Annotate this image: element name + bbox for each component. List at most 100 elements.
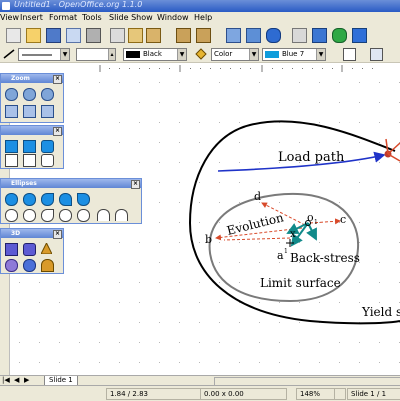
- ellipses-palette[interactable]: Ellipses ×: [0, 178, 142, 224]
- next-slide-icon[interactable]: ▶: [24, 376, 29, 384]
- torus-icon[interactable]: [5, 259, 18, 272]
- line-ends-icon[interactable]: [3, 49, 15, 59]
- circle-segment-outline-icon[interactable]: [77, 209, 90, 222]
- object-toolbar: ▼ ▴ Black ▼ Color ▼ Blue 7 ▼: [0, 46, 400, 63]
- rounded-rect-filled-icon[interactable]: [41, 140, 54, 153]
- shadow-icon[interactable]: [343, 48, 356, 61]
- cut-icon[interactable]: [110, 28, 125, 43]
- menu-insert[interactable]: Insert: [20, 13, 43, 22]
- save-icon[interactable]: [46, 28, 61, 43]
- zoom-palette-title: Zoom: [11, 75, 30, 82]
- zoom-100-icon[interactable]: [41, 88, 54, 101]
- arrange-icon[interactable]: [370, 48, 383, 61]
- open-folder-icon[interactable]: [26, 28, 41, 43]
- area-color-select[interactable]: Blue 7 ▼: [262, 48, 326, 61]
- size-value: 0.00 x 0.00: [204, 390, 244, 398]
- spin-icon: ▴: [108, 49, 115, 60]
- 3d-palette-header[interactable]: 3D ×: [1, 229, 63, 239]
- label-b: b: [205, 233, 212, 246]
- undo-icon[interactable]: [176, 28, 191, 43]
- 3d-objects-palette[interactable]: 3D ×: [0, 228, 64, 274]
- close-icon[interactable]: ×: [53, 230, 62, 239]
- ellipse-pie-outline-icon[interactable]: [41, 209, 54, 222]
- zoom-in-icon[interactable]: [5, 88, 18, 101]
- area-color-swatch: [265, 51, 279, 58]
- diagram-svg: Load path Evolution Back-stress Limit su…: [10, 73, 400, 375]
- zoom-width-icon[interactable]: [23, 105, 36, 118]
- circle-pie-filled-icon[interactable]: [59, 193, 72, 206]
- label-yield-surface: Yield s: [361, 305, 400, 319]
- stylist-icon[interactable]: [292, 28, 307, 43]
- copy-icon[interactable]: [128, 28, 143, 43]
- help-icon[interactable]: [352, 28, 367, 43]
- chevron-down-icon: ▼: [60, 49, 69, 60]
- label-back-stress: Back-stress: [290, 251, 360, 265]
- circle-outline-icon[interactable]: [23, 209, 36, 222]
- rectangles-palette-header[interactable]: ×: [1, 126, 63, 136]
- rectangles-palette[interactable]: ×: [0, 125, 64, 169]
- square-outline-icon[interactable]: [23, 154, 36, 167]
- slide-canvas[interactable]: Load path Evolution Back-stress Limit su…: [0, 73, 400, 375]
- close-icon[interactable]: ×: [53, 127, 62, 136]
- area-bucket-icon[interactable]: [194, 48, 207, 60]
- close-icon[interactable]: ×: [131, 180, 140, 189]
- zoom-page-icon[interactable]: [5, 105, 18, 118]
- line-style-select[interactable]: ▼: [18, 48, 70, 61]
- circle-filled-icon[interactable]: [23, 193, 36, 206]
- prev-slide-icon[interactable]: ◀: [14, 376, 19, 384]
- label-limit-surface: Limit surface: [260, 276, 341, 290]
- ellipses-palette-header[interactable]: Ellipses ×: [1, 179, 141, 189]
- rectangle-filled-icon[interactable]: [5, 140, 18, 153]
- title-bar: Untitled1 - OpenOffice.org 1.1.0: [0, 0, 400, 12]
- half-sphere-icon[interactable]: [41, 259, 54, 272]
- ellipse-pie-filled-icon[interactable]: [41, 193, 54, 206]
- area-style-select[interactable]: Color ▼: [211, 48, 259, 61]
- line-color-select[interactable]: Black ▼: [123, 48, 187, 61]
- zoom-optimal-icon[interactable]: [41, 105, 54, 118]
- sphere-icon[interactable]: [23, 259, 36, 272]
- ellipse-filled-icon[interactable]: [5, 193, 18, 206]
- square-filled-icon[interactable]: [23, 140, 36, 153]
- zoom-value: 148%: [300, 390, 321, 398]
- zoom-palette-header[interactable]: Zoom ×: [1, 74, 63, 84]
- gallery-icon[interactable]: [246, 28, 261, 43]
- forward-icon[interactable]: [332, 28, 347, 43]
- first-slide-icon[interactable]: |◀: [2, 376, 10, 384]
- menu-format[interactable]: Format: [49, 13, 77, 22]
- cube-icon[interactable]: [5, 243, 18, 256]
- size-readout: 0.00 x 0.00: [200, 388, 287, 400]
- line-color-value: Black: [143, 50, 162, 58]
- menu-view[interactable]: View: [0, 13, 19, 22]
- zoom-palette[interactable]: Zoom ×: [0, 73, 64, 123]
- paste-icon[interactable]: [146, 28, 161, 43]
- cylinder-icon[interactable]: [23, 243, 36, 256]
- close-icon[interactable]: ×: [53, 75, 62, 84]
- redo-icon[interactable]: [196, 28, 211, 43]
- segment-filled-icon[interactable]: [77, 193, 90, 206]
- circle-arc-icon[interactable]: [115, 209, 128, 221]
- ellipse-outline-icon[interactable]: [5, 209, 18, 222]
- ellipse-segment-outline-icon[interactable]: [59, 209, 72, 222]
- page-value: Slide 1 / 1: [351, 390, 387, 398]
- web-icon[interactable]: [266, 28, 281, 43]
- line-width-field[interactable]: ▴: [76, 48, 116, 61]
- menu-tools[interactable]: Tools: [82, 13, 102, 22]
- app-icon: [2, 2, 10, 10]
- zoom-out-icon[interactable]: [23, 88, 36, 101]
- edit-file-icon[interactable]: [66, 28, 81, 43]
- home-icon[interactable]: [312, 28, 327, 43]
- arc-icon[interactable]: [97, 209, 110, 221]
- navigator-icon[interactable]: [226, 28, 241, 43]
- rectangle-outline-icon[interactable]: [5, 154, 18, 167]
- label-o-sub: 1: [314, 219, 318, 226]
- cone-icon[interactable]: [40, 241, 53, 255]
- menu-help[interactable]: Help: [194, 13, 212, 22]
- label-x: x: [290, 229, 296, 240]
- new-document-icon[interactable]: [6, 28, 21, 43]
- zoom-readout[interactable]: 148%: [296, 388, 335, 400]
- print-icon[interactable]: [86, 28, 101, 43]
- rounded-rect-outline-icon[interactable]: [41, 154, 54, 167]
- menu-slide-show[interactable]: Slide Show: [109, 13, 153, 22]
- menu-window[interactable]: Window: [157, 13, 189, 22]
- chevron-down-icon: ▼: [177, 49, 186, 60]
